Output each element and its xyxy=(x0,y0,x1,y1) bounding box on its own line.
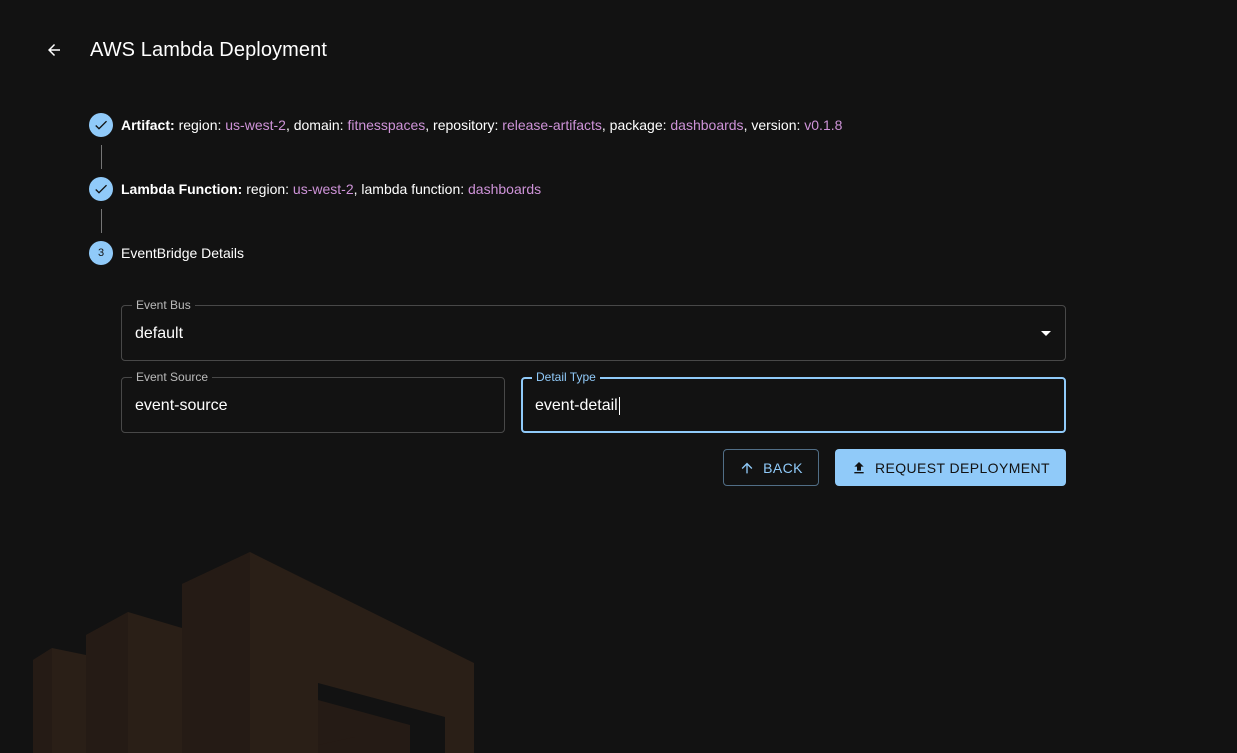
page-title: AWS Lambda Deployment xyxy=(90,38,328,61)
step-eventbridge-label: EventBridge Details xyxy=(121,245,244,261)
event-bus-value: default xyxy=(135,325,184,342)
arrow-left-icon[interactable] xyxy=(40,36,68,64)
step-eventbridge-details: 3 EventBridge Details xyxy=(89,241,244,265)
detail-type-input[interactable]: Detail Type event-detail xyxy=(521,370,1066,433)
step-connector xyxy=(101,209,102,233)
event-source-label: Event Source xyxy=(132,370,213,384)
check-icon xyxy=(89,177,113,201)
event-source-input[interactable]: Event Source event-source xyxy=(121,370,505,433)
page: AWS Lambda Deployment Artifact: region: … xyxy=(0,0,1237,753)
back-button[interactable]: BACK xyxy=(723,449,819,486)
step-lambda-function-label: Lambda Function: region: us-west-2, lamb… xyxy=(121,181,542,197)
event-source-value: event-source xyxy=(135,397,228,414)
check-icon xyxy=(89,113,113,137)
request-deployment-label: REQUEST DEPLOYMENT xyxy=(875,459,1050,476)
header: AWS Lambda Deployment xyxy=(40,34,327,66)
step-connector xyxy=(101,145,102,169)
event-bus-label: Event Bus xyxy=(132,298,195,312)
detail-type-label: Detail Type xyxy=(532,370,600,384)
step-artifact: Artifact: region: us-west-2, domain: fit… xyxy=(89,113,842,137)
event-bus-select[interactable]: Event Bus default xyxy=(121,298,1066,361)
text-caret xyxy=(618,397,620,415)
upload-icon xyxy=(851,460,867,476)
arrow-up-icon xyxy=(739,460,755,476)
step-lambda-function: Lambda Function: region: us-west-2, lamb… xyxy=(89,177,541,201)
detail-type-value-wrap: event-detail xyxy=(535,397,620,415)
back-button-label: BACK xyxy=(763,459,803,476)
caret-down-icon xyxy=(1041,331,1051,336)
detail-type-value: event-detail xyxy=(535,397,618,414)
request-deployment-button[interactable]: REQUEST DEPLOYMENT xyxy=(835,449,1066,486)
step-artifact-label: Artifact: region: us-west-2, domain: fit… xyxy=(121,117,843,133)
step-number-badge: 3 xyxy=(89,241,113,265)
